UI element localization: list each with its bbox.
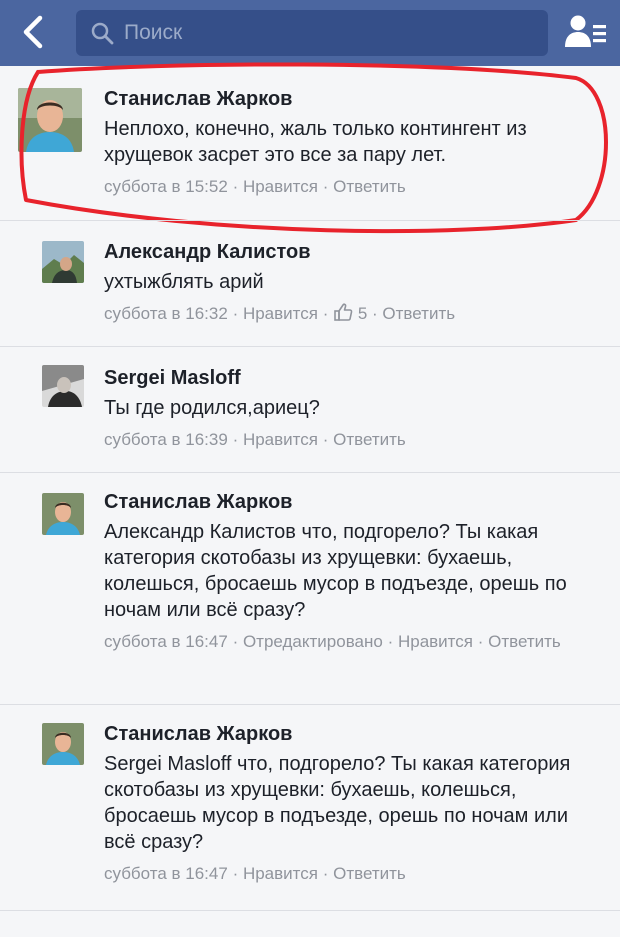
comment-text: Неплохо, конечно, жаль только контингент…	[104, 118, 527, 166]
back-button[interactable]	[14, 12, 54, 52]
reply-link[interactable]: Ответить	[488, 632, 561, 651]
separator: ·	[372, 304, 383, 323]
comment-text: Ты где родился,ариец?	[104, 397, 320, 419]
comment-author[interactable]: Станислав Жарков	[104, 489, 604, 515]
avatar[interactable]	[18, 88, 82, 152]
comment-timestamp[interactable]: суббота в 16:47	[104, 864, 228, 883]
reply-comment: Станислав Жарков Sergei Masloff что, под…	[0, 704, 620, 911]
reply-comment: Sergei Masloff Ты где родился,ариец? суб…	[0, 346, 620, 473]
comment-meta: суббота в 15:52 · Нравится · Ответить	[104, 174, 604, 200]
top-navigation-bar	[0, 0, 620, 66]
like-link[interactable]: Нравится	[243, 864, 318, 883]
reply-comment: Александр Калистов ухтыжблять арий суббо…	[0, 220, 620, 347]
reply-link[interactable]: Ответить	[333, 864, 406, 883]
comment-author[interactable]: Sergei Masloff	[104, 365, 604, 391]
avatar[interactable]	[42, 241, 84, 283]
separator: ·	[232, 304, 243, 323]
like-link[interactable]: Нравится	[398, 632, 473, 651]
magnifier-icon	[91, 22, 114, 45]
comment-author[interactable]: Александр Калистов	[104, 239, 604, 265]
separator: ·	[387, 632, 398, 651]
like-count-value: 5	[357, 304, 368, 323]
search-box[interactable]	[76, 10, 548, 56]
comment-timestamp[interactable]: суббота в 16:39	[104, 430, 228, 449]
like-count[interactable]: 5	[333, 303, 372, 323]
separator: ·	[232, 632, 243, 651]
comment-meta: суббота в 16:32 · Нравится · 5 · Ответит…	[104, 301, 604, 327]
separator: ·	[477, 632, 489, 651]
chevron-left-icon	[23, 15, 43, 49]
comment-meta: суббота в 16:39 · Нравится · Ответить	[104, 427, 604, 453]
separator: ·	[322, 177, 334, 196]
comment-author[interactable]: Станислав Жарков	[104, 86, 604, 112]
reply-link[interactable]: Ответить	[382, 304, 455, 323]
reply-link[interactable]: Ответить	[333, 177, 406, 196]
avatar[interactable]	[42, 723, 84, 765]
comment-timestamp[interactable]: суббота в 16:47	[104, 632, 228, 651]
friend-requests-button[interactable]	[562, 12, 610, 52]
avatar[interactable]	[42, 365, 84, 407]
divider	[0, 910, 620, 911]
separator: ·	[232, 430, 243, 449]
comment-text: Александр Калистов что, подгорело? Ты ка…	[104, 521, 567, 621]
comment-text: Sergei Masloff что, подгорело? Ты какая …	[104, 753, 571, 853]
thumbs-up-icon	[334, 303, 353, 321]
comment-timestamp[interactable]: суббота в 16:32	[104, 304, 228, 323]
like-link[interactable]: Нравится	[243, 304, 318, 323]
reply-comment: Станислав Жарков Александр Калистов что,…	[0, 472, 620, 705]
search-input[interactable]	[124, 10, 534, 56]
separator: ·	[322, 864, 334, 883]
comment-text: ухтыжблять арий	[104, 271, 264, 293]
separator: ·	[322, 304, 334, 323]
friend-requests-icon	[565, 15, 606, 47]
comment-timestamp[interactable]: суббота в 15:52	[104, 177, 228, 196]
comment-author[interactable]: Станислав Жарков	[104, 721, 604, 747]
comment-meta: суббота в 16:47 · Отредактировано · Нрав…	[104, 629, 604, 655]
comment: Станислав Жарков Неплохо, конечно, жаль …	[0, 66, 620, 216]
separator: ·	[232, 864, 243, 883]
separator: ·	[232, 177, 243, 196]
comment-meta: суббота в 16:47 · Нравится · Ответить	[104, 861, 604, 887]
separator: ·	[322, 430, 334, 449]
avatar[interactable]	[42, 493, 84, 535]
reply-link[interactable]: Ответить	[333, 430, 406, 449]
like-link[interactable]: Нравится	[243, 177, 318, 196]
like-link[interactable]: Нравится	[243, 430, 318, 449]
edited-label[interactable]: Отредактировано	[243, 632, 383, 651]
